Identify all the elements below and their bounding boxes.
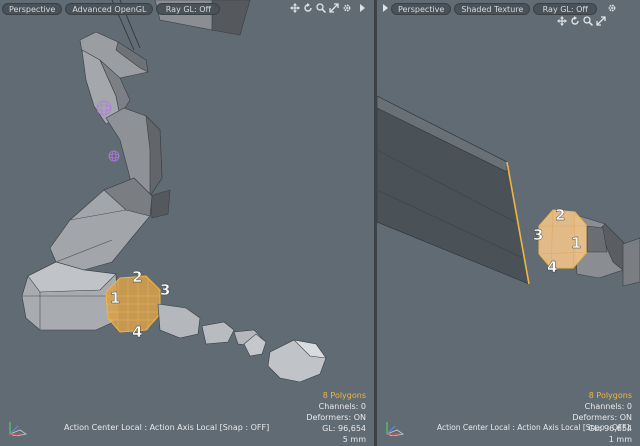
right-stats: 8 Polygons Channels: 0 Deformers: ON GL:… — [572, 390, 632, 445]
rotate-icon[interactable] — [570, 16, 580, 26]
raygl-button[interactable]: Ray GL: Off — [533, 3, 598, 15]
rotate-icon[interactable] — [303, 3, 313, 13]
view-mode-button[interactable]: Perspective — [391, 3, 452, 15]
deformers-status: Deformers: ON — [306, 413, 366, 422]
vertex-label-2: 2 — [132, 268, 142, 286]
move-icon[interactable] — [557, 16, 567, 26]
move-icon[interactable] — [290, 3, 300, 13]
view-mode-button[interactable]: Perspective — [2, 3, 63, 15]
vertex-label-3: 3 — [160, 281, 170, 299]
vertex-label-1: 1 — [110, 289, 120, 307]
left-scene[interactable]: 1 2 3 4 — [0, 0, 374, 446]
vertex-label-4: 4 — [132, 323, 142, 341]
right-view-tools — [557, 16, 606, 26]
shading-mode-button[interactable]: Advanced OpenGL — [65, 3, 154, 15]
viewport-menu-arrow-icon[interactable] — [381, 3, 389, 13]
vertex-label-4: 4 — [547, 258, 557, 276]
axis-gizmo-icon — [385, 422, 405, 436]
axis-gizmo-icon — [8, 422, 28, 436]
zoom-icon[interactable] — [583, 16, 593, 26]
action-center-status: Action Center Local : Action Axis Local … — [64, 423, 270, 432]
gl-count: GL: 96,654 — [322, 424, 366, 433]
grid-scale: 1 mm — [608, 435, 632, 444]
maximize-icon[interactable] — [596, 16, 606, 26]
right-view-tools-top — [607, 3, 617, 13]
polygon-count: 8 Polygons — [588, 391, 632, 400]
channels-count: Channels: 0 — [318, 402, 366, 411]
zoom-icon[interactable] — [316, 3, 326, 13]
right-viewport[interactable]: 1 2 3 4 Perspective Shaded Texture Ray G… — [377, 0, 640, 446]
left-stats: 8 Polygons Channels: 0 Deformers: ON GL:… — [306, 390, 366, 445]
gear-icon[interactable] — [607, 3, 617, 13]
vertex-label-3: 3 — [533, 226, 543, 244]
raygl-button[interactable]: Ray GL: Off — [156, 3, 221, 15]
grid-scale: 5 mm — [342, 435, 366, 444]
maximize-icon[interactable] — [329, 3, 339, 13]
gear-icon[interactable] — [342, 3, 352, 13]
shading-mode-button[interactable]: Shaded Texture — [454, 3, 531, 15]
vertex-label-1: 1 — [571, 234, 581, 252]
left-viewport[interactable]: 1 2 3 4 Perspective Advanced OpenGL Ray … — [0, 0, 374, 446]
viewport-menu-arrow-icon[interactable] — [358, 3, 366, 13]
right-scene[interactable]: 1 2 3 4 — [377, 0, 640, 446]
channels-count: Channels: 0 — [584, 402, 632, 411]
deformers-status: Deformers: ON — [572, 413, 632, 422]
vertex-label-2: 2 — [555, 206, 565, 224]
polygon-count: 8 Polygons — [322, 391, 366, 400]
left-view-tools — [290, 3, 352, 13]
right-viewport-toolbar: Perspective Shaded Texture Ray GL: Off — [379, 2, 638, 16]
action-center-status: Action Center Local : Action Axis Local … — [437, 423, 630, 432]
